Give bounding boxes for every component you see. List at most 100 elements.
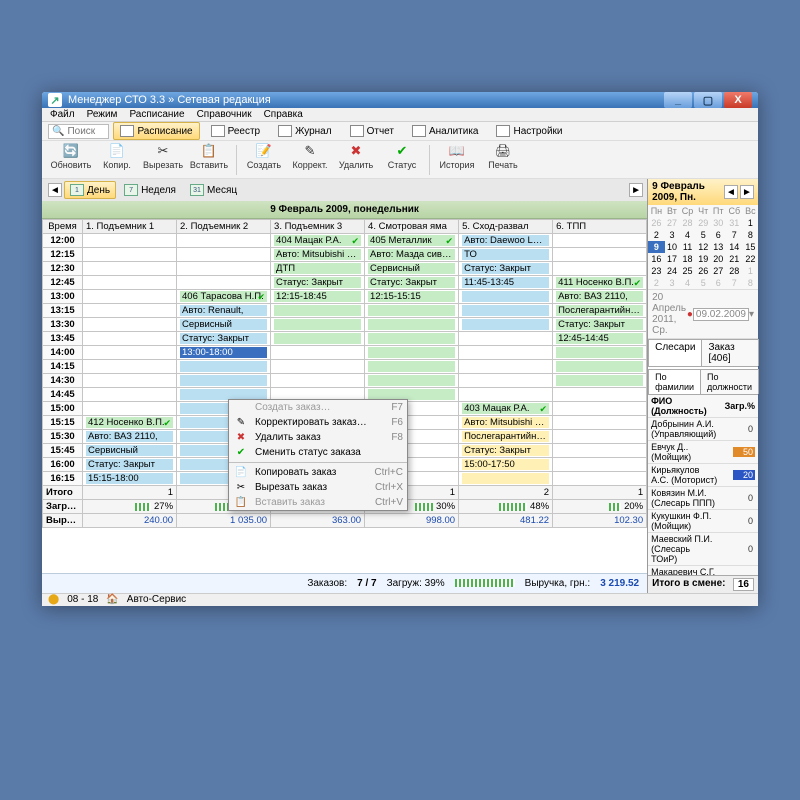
menu-refbook[interactable]: Справочник xyxy=(197,109,252,120)
schedule-cell[interactable] xyxy=(459,290,553,304)
calendar-day[interactable]: 17 xyxy=(665,253,680,265)
schedule-cell[interactable] xyxy=(365,346,459,360)
col-time[interactable]: Время xyxy=(43,220,83,234)
appointment[interactable]: Авто: Mitsubishi La… xyxy=(462,417,549,428)
schedule-cell[interactable] xyxy=(365,304,459,318)
minimize-button[interactable]: _ xyxy=(664,92,692,108)
date-input[interactable]: 09.02.2009 xyxy=(693,308,749,321)
appointment[interactable] xyxy=(180,375,267,386)
schedule-cell[interactable] xyxy=(271,374,365,388)
calendar-day[interactable]: 18 xyxy=(679,253,696,265)
appointment[interactable] xyxy=(462,291,549,302)
schedule-cell[interactable] xyxy=(271,346,365,360)
tab-registry[interactable]: Реестр xyxy=(204,122,268,140)
schedule-cell[interactable]: 15:00-17:50 xyxy=(459,458,553,472)
ctx-copy[interactable]: 📄Копировать заказCtrl+C xyxy=(229,465,407,480)
schedule-grid[interactable]: Время1. Подъемник 12. Подъемник 23. Подъ… xyxy=(42,219,647,572)
schedule-cell[interactable] xyxy=(459,318,553,332)
appointment[interactable]: 412 Носенко В.П.✔ xyxy=(86,417,173,428)
appointment[interactable]: Авто: ВАЗ 2110, xyxy=(86,431,173,442)
schedule-cell[interactable] xyxy=(553,374,647,388)
calendar-day[interactable]: 20 xyxy=(711,253,726,265)
calendar-day[interactable]: 21 xyxy=(726,253,743,265)
tab-mechanics[interactable]: Слесари xyxy=(648,339,702,366)
print-button[interactable]: 🖨Печать xyxy=(480,143,526,170)
prev-day-button[interactable]: ◄ xyxy=(48,183,62,197)
schedule-cell[interactable]: 12:45-14:45 xyxy=(553,332,647,346)
menu-mode[interactable]: Режим xyxy=(87,109,118,120)
calendar-day[interactable]: 3 xyxy=(665,277,680,289)
subtab-by-role[interactable]: По должности xyxy=(700,369,759,394)
schedule-cell[interactable] xyxy=(271,318,365,332)
schedule-cell[interactable] xyxy=(177,374,271,388)
schedule-cell[interactable]: 406 Тарасова Н.П.✔ xyxy=(177,290,271,304)
tab-report[interactable]: Отчет xyxy=(343,122,401,140)
appointment[interactable]: 406 Тарасова Н.П.✔ xyxy=(180,291,267,302)
appointment[interactable]: Сервисный xyxy=(368,263,455,274)
schedule-cell[interactable] xyxy=(365,360,459,374)
appointment[interactable] xyxy=(368,305,455,316)
schedule-cell[interactable] xyxy=(553,444,647,458)
schedule-cell[interactable] xyxy=(83,402,177,416)
calendar-day[interactable]: 29 xyxy=(696,217,711,229)
schedule-cell[interactable] xyxy=(459,332,553,346)
cut-button[interactable]: ✂Вырезать xyxy=(140,143,186,170)
paste-button[interactable]: 📋Вставить xyxy=(186,143,232,170)
month-view-button[interactable]: 31Месяц xyxy=(184,181,243,199)
schedule-cell[interactable] xyxy=(365,318,459,332)
menu-schedule[interactable]: Расписание xyxy=(129,109,184,120)
status-button[interactable]: ✔Статус xyxy=(379,143,425,170)
calendar-day[interactable]: 24 xyxy=(665,265,680,277)
schedule-cell[interactable]: Сервисный xyxy=(365,262,459,276)
appointment[interactable]: Авто: Мазда сивик, xyxy=(368,249,455,260)
schedule-cell[interactable] xyxy=(83,248,177,262)
appointment[interactable]: ТО xyxy=(462,249,549,260)
schedule-cell[interactable]: Авто: Mitsubishi La… xyxy=(271,248,365,262)
appointment[interactable]: 405 Металлик✔ xyxy=(368,235,455,246)
calendar-day[interactable]: 9 xyxy=(648,241,665,253)
ctx-status[interactable]: ✔Сменить статус заказа xyxy=(229,445,407,460)
maximize-button[interactable]: ▢ xyxy=(694,92,722,108)
staff-row[interactable]: Маевский П.И. (Слесарь ТОиР)0 xyxy=(648,533,758,566)
appointment[interactable]: 12:45-14:45 xyxy=(556,333,643,344)
calendar-day[interactable]: 28 xyxy=(726,265,743,277)
mini-calendar[interactable]: ПнВтСрЧтПтСбВс 2627282930311234567891011… xyxy=(648,205,758,289)
schedule-cell[interactable] xyxy=(459,472,553,486)
appointment[interactable]: Сервисный xyxy=(180,319,267,330)
staff-row[interactable]: Добрынин А.И. (Управляющий)0 xyxy=(648,418,758,441)
calendar-day[interactable]: 6 xyxy=(711,277,726,289)
create-button[interactable]: 📝Создать xyxy=(241,143,287,170)
appointment[interactable] xyxy=(274,319,361,330)
schedule-cell[interactable] xyxy=(553,430,647,444)
cal-next-button[interactable]: ► xyxy=(740,185,754,199)
calendar-day[interactable]: 3 xyxy=(665,229,680,241)
appointment[interactable]: 12:15-15:15 xyxy=(368,291,455,302)
correct-button[interactable]: ✎Коррект. xyxy=(287,143,333,170)
search-box[interactable]: 🔍 xyxy=(48,124,109,139)
calendar-day[interactable]: 30 xyxy=(711,217,726,229)
appointment[interactable]: ДТП xyxy=(274,263,361,274)
calendar-day[interactable]: 26 xyxy=(648,217,665,229)
schedule-cell[interactable]: Авто: Renault, xyxy=(177,304,271,318)
calendar-day[interactable]: 11 xyxy=(679,241,696,253)
schedule-cell[interactable] xyxy=(83,290,177,304)
calendar-day[interactable]: 13 xyxy=(711,241,726,253)
appointment[interactable] xyxy=(462,319,549,330)
calendar-day[interactable]: 31 xyxy=(726,217,743,229)
schedule-cell[interactable] xyxy=(177,276,271,290)
staff-col-load[interactable]: Загр.% xyxy=(722,395,758,418)
tab-analytics[interactable]: Аналитика xyxy=(405,122,486,140)
calendar-day[interactable]: 6 xyxy=(711,229,726,241)
week-view-button[interactable]: 7Неделя xyxy=(118,181,182,199)
appointment[interactable]: Авто: Daewoo Lan… xyxy=(462,235,549,246)
appointment[interactable]: Авто: Mitsubishi La… xyxy=(274,249,361,260)
appointment[interactable] xyxy=(274,333,361,344)
calendar-day[interactable]: 28 xyxy=(679,217,696,229)
appointment[interactable]: Статус: Закрыт xyxy=(368,277,455,288)
schedule-cell[interactable]: Авто: Мазда сивик, xyxy=(365,248,459,262)
schedule-cell[interactable]: 11:45-13:45 xyxy=(459,276,553,290)
subtab-by-name[interactable]: По фамилии xyxy=(648,369,701,394)
appointment[interactable]: Статус: Закрыт xyxy=(274,277,361,288)
appointment[interactable] xyxy=(180,361,267,372)
calendar-day[interactable]: 12 xyxy=(696,241,711,253)
